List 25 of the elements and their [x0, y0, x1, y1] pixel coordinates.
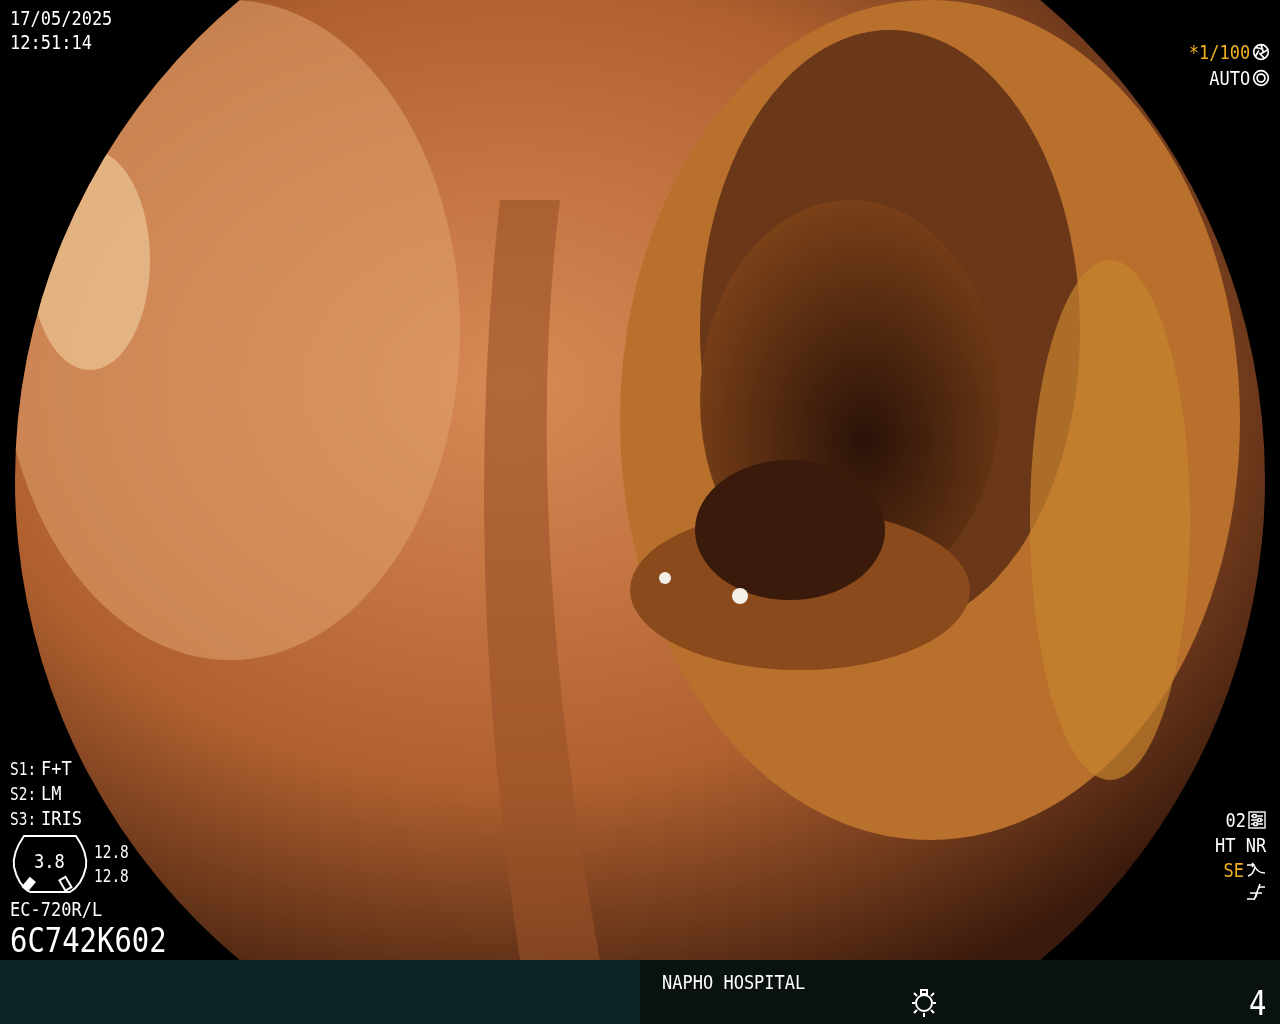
aperture-icon: [1252, 69, 1270, 87]
hospital-name: NAPHO HOSPITAL: [662, 970, 806, 994]
switch-label: S2:: [10, 783, 37, 806]
scope-model-text: EC-720R/L: [10, 897, 104, 921]
switch-value: IRIS: [40, 806, 82, 830]
curve-icon: [1246, 861, 1266, 879]
gauge-value: 3.8: [34, 849, 65, 873]
mode-text: HT NR: [1214, 833, 1266, 857]
shutter-speed-text: *1/100: [1188, 40, 1250, 64]
time-text: 12:51:14: [10, 30, 93, 54]
switch-value: LM: [40, 781, 62, 805]
sliders-icon: [1248, 811, 1266, 829]
switch-label: S3:: [10, 808, 37, 831]
switch-value: F+T: [40, 756, 72, 780]
serial-number-text: 6C742K602: [10, 921, 167, 959]
shutter-icon: [1252, 43, 1270, 61]
reading-text: 12.8: [94, 841, 129, 864]
preset-text: 02: [1225, 808, 1246, 832]
page-number: 4: [1248, 984, 1266, 1022]
filter-icon: [1246, 883, 1266, 901]
date-text: 17/05/2025: [10, 6, 113, 30]
iris-mode-text: AUTO: [1209, 66, 1250, 90]
switch-label: S1:: [10, 758, 37, 781]
enhance-text: SE: [1223, 858, 1244, 882]
reading-text: 12.8: [94, 865, 129, 888]
